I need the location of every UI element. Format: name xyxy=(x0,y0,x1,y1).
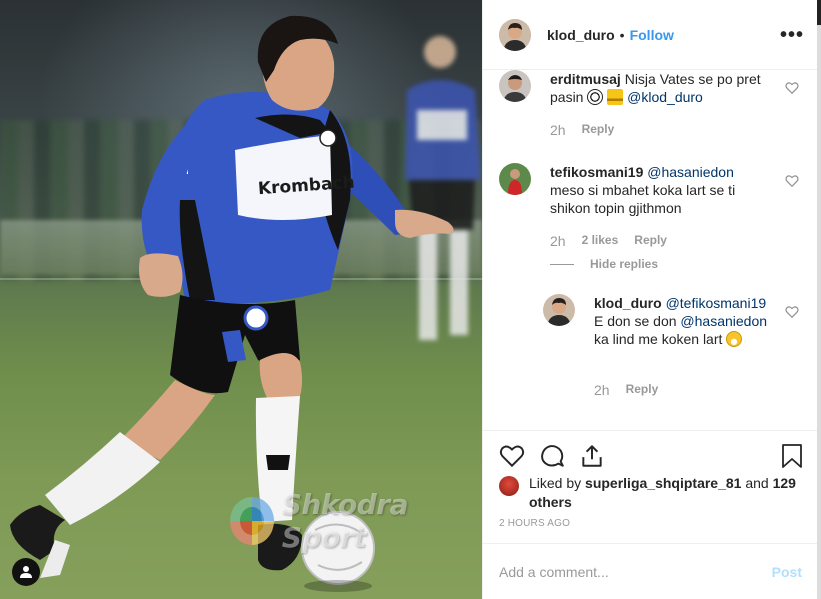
separator-dot: • xyxy=(619,26,625,43)
post-header: klod_duro • Follow ••• xyxy=(483,0,818,70)
comment-text: ka lind me koken lart xyxy=(594,331,723,347)
comment-text: E don se don xyxy=(594,313,677,329)
comment-body: tefikosmani19 @hasaniedon meso si mbahet… xyxy=(550,163,765,217)
share-icon[interactable] xyxy=(579,443,605,469)
watermark: Shkodra Sport xyxy=(230,488,482,554)
commenter-avatar[interactable] xyxy=(499,163,531,195)
commenter-photo xyxy=(543,294,575,326)
post-panel: klod_duro • Follow ••• erditmusaj Nisja … xyxy=(482,0,818,599)
comment-mention[interactable]: @hasaniedon xyxy=(680,313,767,329)
soccer-ball-emoji xyxy=(587,89,604,105)
reply-button[interactable]: Reply xyxy=(582,122,615,138)
hide-replies-button[interactable]: Hide replies xyxy=(550,257,658,271)
comment-time[interactable]: 2h xyxy=(550,233,566,249)
liker-avatar[interactable] xyxy=(499,476,519,496)
bookmark-icon[interactable] xyxy=(780,443,804,469)
watermark-logo xyxy=(230,497,274,545)
window-edge xyxy=(817,0,821,599)
comment-meta: 2h Reply xyxy=(594,382,658,398)
reply-button[interactable]: Reply xyxy=(634,233,667,249)
comments-list[interactable]: erditmusaj Nisja Vates se po pret pasin … xyxy=(483,70,818,430)
comment-body: klod_duro @tefikosmani19 E don se don @h… xyxy=(594,294,774,348)
heart-icon[interactable] xyxy=(499,443,525,469)
comment-mention[interactable]: @tefikosmani19 xyxy=(666,295,767,311)
likes-and: and xyxy=(745,475,769,491)
comment-likes-count[interactable]: 2 likes xyxy=(582,233,619,249)
comment-mention[interactable]: @hasaniedon xyxy=(647,164,734,180)
comment-username[interactable]: tefikosmani19 xyxy=(550,164,643,180)
like-comment-icon[interactable] xyxy=(785,174,799,188)
comment-username[interactable]: erditmusaj xyxy=(550,71,621,87)
comment-time[interactable]: 2h xyxy=(594,382,610,398)
commenter-photo xyxy=(499,163,531,195)
window-edge-top xyxy=(817,0,821,25)
comment-text: meso si mbahet koka lart se ti shikon to… xyxy=(550,182,736,216)
likes-summary: Liked by superliga_shqiptare_81 and 129 … xyxy=(499,474,799,512)
trophy-emoji xyxy=(607,89,624,105)
comment-mention[interactable]: @klod_duro xyxy=(627,89,703,105)
author-avatar[interactable] xyxy=(499,18,531,51)
follow-button[interactable]: Follow xyxy=(630,27,674,43)
like-comment-icon[interactable] xyxy=(785,305,799,319)
person-icon xyxy=(20,566,32,578)
commenter-photo xyxy=(499,70,531,102)
post-photo[interactable]: Krombach Shkodra Sport xyxy=(0,0,482,599)
comment-meta: 2h Reply xyxy=(550,122,614,138)
commenter-avatar[interactable] xyxy=(543,294,575,326)
comment-meta: 2h 2 likes Reply xyxy=(550,233,667,249)
post-actions xyxy=(483,430,818,470)
more-options-button[interactable]: ••• xyxy=(780,24,804,47)
author-photo xyxy=(499,18,531,51)
likes-text: Liked by superliga_shqiptare_81 and 129 … xyxy=(499,474,799,512)
add-comment-bar: Post xyxy=(483,543,818,599)
divider-line xyxy=(550,263,574,265)
comment-icon[interactable] xyxy=(539,443,565,469)
commenter-avatar[interactable] xyxy=(499,70,531,102)
reply-button[interactable]: Reply xyxy=(626,382,659,398)
comment-username[interactable]: klod_duro xyxy=(594,295,662,311)
likes-prefix: Liked by xyxy=(529,475,582,491)
grinning-face-emoji xyxy=(726,331,743,347)
watermark-text: Shkodra Sport xyxy=(281,488,409,554)
hide-replies-label: Hide replies xyxy=(590,257,659,271)
add-comment-input[interactable] xyxy=(499,562,739,582)
post-comment-button[interactable]: Post xyxy=(772,564,802,580)
like-comment-icon[interactable] xyxy=(785,81,799,95)
tagged-users-button[interactable] xyxy=(12,558,40,586)
author-username[interactable]: klod_duro xyxy=(547,27,615,43)
post-timestamp[interactable]: 2 HOURS AGO xyxy=(499,518,570,529)
liker-username[interactable]: superliga_shqiptare_81 xyxy=(585,475,741,491)
comment-body: erditmusaj Nisja Vates se po pret pasin … xyxy=(550,70,765,106)
comment-time[interactable]: 2h xyxy=(550,122,566,138)
